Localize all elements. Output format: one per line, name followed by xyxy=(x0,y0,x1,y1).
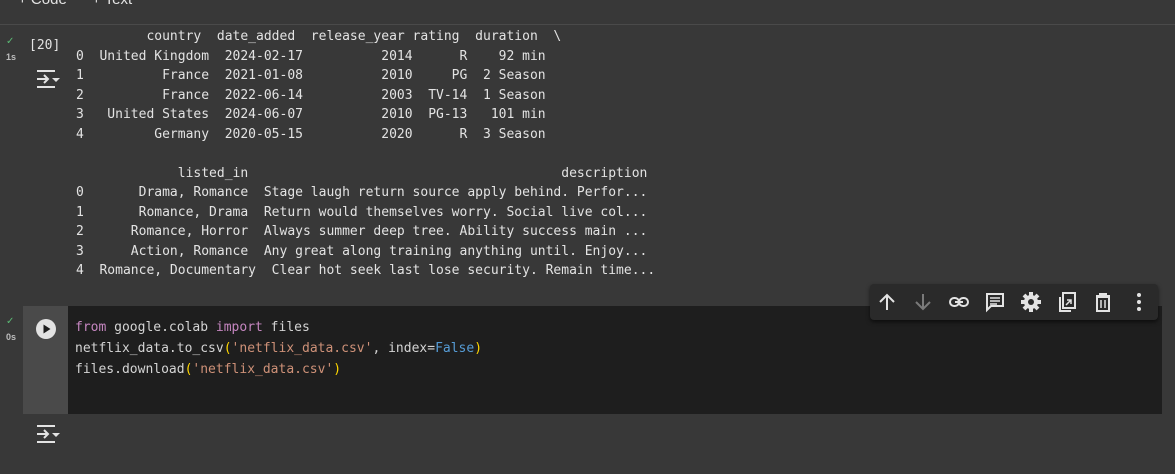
output-line: 1 Romance, Drama Return would themselves… xyxy=(76,204,648,220)
execution-success-icon: ✓ xyxy=(6,316,15,327)
cell-action-toolbar xyxy=(870,284,1158,320)
output-line: 1 France 2021-01-08 2010 PG 2 Season xyxy=(76,68,546,83)
code-token: netflix_data.to_csv xyxy=(75,341,224,356)
output-actions-icon[interactable] xyxy=(35,424,61,451)
code-token: google.colab xyxy=(106,320,216,335)
code-token: files xyxy=(262,320,310,335)
output-line: 4 Romance, Documentary Clear hot seek la… xyxy=(76,263,656,278)
add-code-button[interactable]: + Code xyxy=(18,0,67,8)
output-line: listed_in description xyxy=(76,165,648,181)
execution-time: 1s xyxy=(6,52,17,62)
code-token: 'netflix_data.csv' xyxy=(231,341,373,356)
output-line: 3 Action, Romance Any great along traini… xyxy=(76,243,648,259)
output-line: 2 Romance, Horror Always summer deep tre… xyxy=(76,224,648,239)
output-line: 0 United Kingdom 2024-02-17 2014 R 92 mi… xyxy=(76,48,546,64)
notebook-toolbar: + Code + Text xyxy=(0,0,1175,25)
add-text-button[interactable]: + Text xyxy=(92,0,132,8)
code-token: import xyxy=(215,320,263,335)
code-token: ) xyxy=(333,362,342,377)
output-line: 2 France 2022-06-14 2003 TV-14 1 Season xyxy=(76,87,546,103)
execution-time: 0s xyxy=(6,332,17,342)
output-actions-icon[interactable] xyxy=(35,69,61,96)
dataframe-output: country date_added release_year rating d… xyxy=(76,27,655,281)
code-cell[interactable]: from google.colab import files netflix_d… xyxy=(23,306,1162,414)
code-token: from xyxy=(75,320,107,335)
run-cell-button[interactable] xyxy=(35,318,57,345)
output-line: country date_added release_year rating d… xyxy=(76,29,562,44)
execution-success-icon: ✓ xyxy=(6,36,15,47)
delete-icon[interactable] xyxy=(1092,291,1114,313)
settings-icon[interactable] xyxy=(1020,291,1042,313)
cell-output-area xyxy=(23,414,1162,452)
mirror-cell-icon[interactable] xyxy=(1056,291,1078,313)
code-token: False xyxy=(435,341,475,356)
move-down-icon[interactable] xyxy=(912,291,934,313)
execution-count: [20] xyxy=(29,38,61,53)
code-token: files.download xyxy=(75,362,185,377)
code-token: ( xyxy=(223,341,232,356)
comment-icon[interactable] xyxy=(984,291,1006,313)
move-up-icon[interactable] xyxy=(876,291,898,313)
output-line: 3 United States 2024-06-07 2010 PG-13 10… xyxy=(76,107,546,122)
code-editor[interactable]: from google.colab import files netflix_d… xyxy=(75,317,482,380)
run-strip xyxy=(23,306,68,414)
output-line: 0 Drama, Romance Stage laugh return sour… xyxy=(76,185,648,200)
code-token: , index= xyxy=(372,341,436,356)
link-icon[interactable] xyxy=(948,291,970,313)
output-line: 4 Germany 2020-05-15 2020 R 3 Season xyxy=(76,126,546,142)
code-token: ) xyxy=(474,341,483,356)
code-token: 'netflix_data.csv' xyxy=(192,362,334,377)
more-vert-icon[interactable] xyxy=(1128,291,1150,313)
